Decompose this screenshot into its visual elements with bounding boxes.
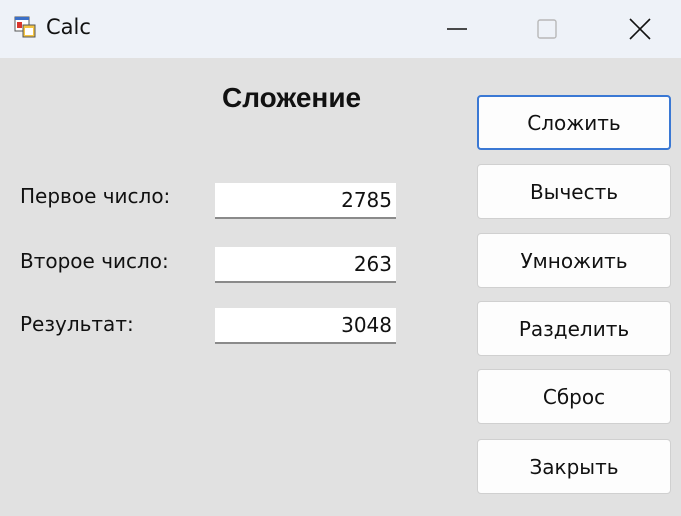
divide-button[interactable]: Разделить bbox=[477, 301, 671, 356]
subtract-button[interactable]: Вычесть bbox=[477, 164, 671, 219]
reset-button[interactable]: Сброс bbox=[477, 369, 671, 424]
add-button[interactable]: Сложить bbox=[477, 95, 671, 150]
minimize-button[interactable] bbox=[434, 0, 480, 58]
close-icon bbox=[629, 18, 651, 40]
result-label: Результат: bbox=[20, 312, 134, 336]
close-button[interactable]: Закрыть bbox=[477, 439, 671, 494]
client-area: Сложение Первое число: Второе число: Рез… bbox=[0, 58, 681, 516]
app-icon bbox=[12, 14, 38, 40]
maximize-button[interactable] bbox=[524, 0, 570, 58]
close-window-button[interactable] bbox=[617, 0, 663, 58]
second-number-label: Второе число: bbox=[20, 249, 169, 273]
multiply-button[interactable]: Умножить bbox=[477, 233, 671, 288]
first-number-label: Первое число: bbox=[20, 184, 171, 208]
maximize-icon bbox=[537, 19, 557, 39]
title-bar[interactable]: Calc bbox=[0, 0, 681, 58]
second-number-field[interactable] bbox=[215, 247, 396, 283]
first-number-field[interactable] bbox=[215, 183, 396, 219]
app-window: Calc Сложение Первое число: Второе число… bbox=[0, 0, 681, 516]
operation-title: Сложение bbox=[222, 82, 362, 113]
result-field[interactable] bbox=[215, 308, 396, 344]
window-title: Calc bbox=[46, 15, 91, 39]
minimize-icon bbox=[447, 28, 467, 30]
